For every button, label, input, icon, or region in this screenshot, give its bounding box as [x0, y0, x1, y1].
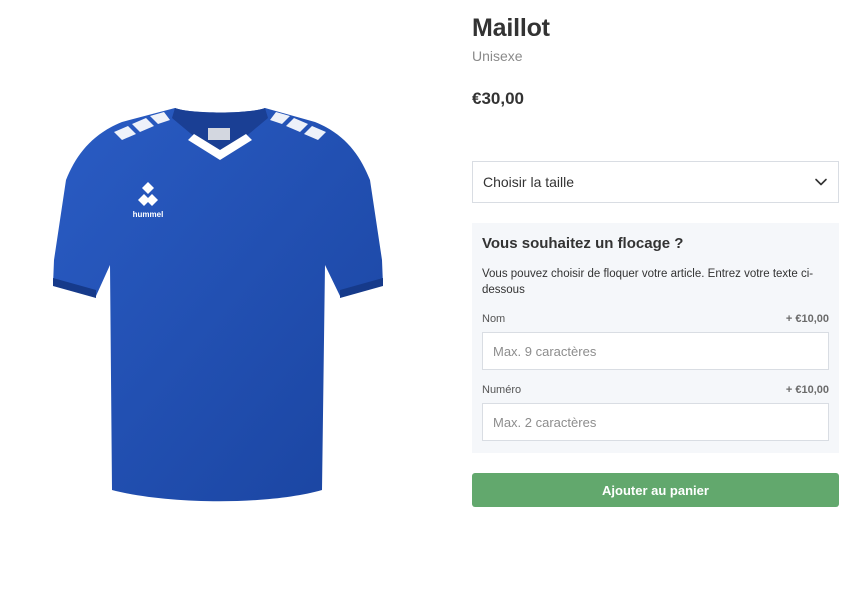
chevron-down-icon	[815, 178, 827, 186]
name-field-price: + €10,00	[785, 313, 829, 325]
flocage-description: Vous pouvez choisir de floquer votre art…	[482, 268, 814, 296]
flocage-heading: Vous souhaitez un flocage ?	[482, 235, 684, 252]
number-input[interactable]	[482, 403, 829, 441]
flocage-section: Vous souhaitez un flocage ? Vous pouvez …	[472, 223, 839, 453]
svg-text:hummel: hummel	[133, 210, 164, 219]
size-select-label: Choisir la taille	[483, 174, 575, 190]
product-image: hummel	[40, 100, 400, 510]
jersey-illustration: hummel	[53, 108, 383, 502]
product-subtitle: Unisexe	[472, 48, 523, 64]
number-field-header: Numéro + €10,00	[482, 384, 829, 396]
name-input[interactable]	[482, 332, 829, 370]
add-to-cart-button[interactable]: Ajouter au panier	[472, 473, 839, 507]
name-field-label: Nom	[482, 313, 506, 325]
product-title: Maillot	[472, 14, 550, 42]
size-select[interactable]: Choisir la taille	[472, 161, 839, 203]
number-field-price: + €10,00	[785, 384, 829, 396]
number-field-label: Numéro	[482, 384, 522, 396]
product-price: €30,00	[472, 89, 524, 108]
name-field-header: Nom + €10,00	[482, 313, 829, 325]
